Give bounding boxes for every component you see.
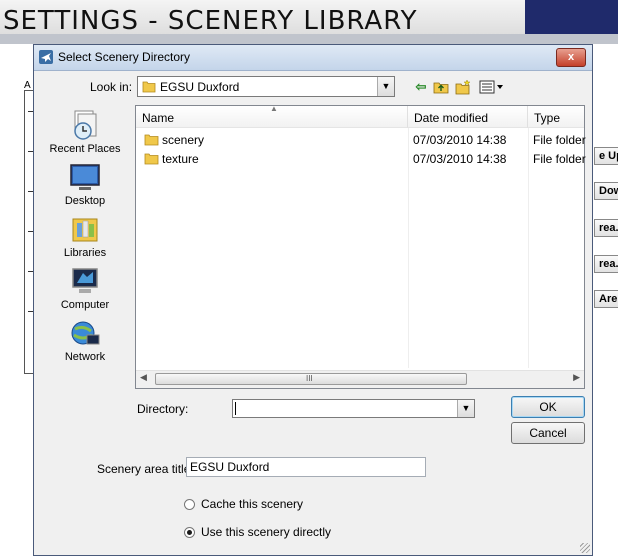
view-menu-icon[interactable]: [479, 79, 505, 95]
look-in-label: Look in:: [90, 80, 133, 94]
network-icon: [71, 321, 100, 345]
place-libraries[interactable]: Libraries: [44, 215, 126, 259]
scroll-left-icon[interactable]: ◀: [140, 372, 147, 383]
place-label: Libraries: [63, 247, 107, 259]
new-folder-icon[interactable]: [455, 79, 471, 95]
column-header-label: Name: [142, 111, 175, 125]
place-label: Network: [64, 351, 106, 363]
radio-label: Cache this scenery: [201, 497, 304, 511]
close-button[interactable]: x: [556, 48, 586, 67]
directory-combo[interactable]: ▼: [232, 399, 475, 418]
ok-button[interactable]: OK: [511, 396, 585, 418]
background-title-strip: [0, 34, 618, 44]
radio-button-selected[interactable]: [184, 527, 195, 538]
file-name: scenery: [162, 133, 205, 147]
column-header-type[interactable]: Type: [528, 106, 584, 128]
background-area-button-1[interactable]: rea..: [594, 219, 618, 237]
scroll-thumb[interactable]: III: [155, 373, 467, 385]
directory-label: Directory:: [137, 402, 189, 416]
scenery-area-title-label: Scenery area title:: [97, 462, 194, 476]
cancel-button[interactable]: Cancel: [511, 422, 585, 444]
column-header-date-modified[interactable]: Date modified: [408, 106, 528, 128]
folder-icon: [144, 153, 159, 165]
background-move-down-button[interactable]: Dow: [594, 182, 618, 200]
place-label: Computer: [60, 299, 110, 311]
background-window-titlebar: SETTINGS - SCENERY LIBRARY: [0, 0, 618, 44]
column-header-label: Date modified: [414, 111, 489, 125]
back-icon[interactable]: ⇦: [413, 79, 429, 95]
text-caret: [235, 402, 236, 415]
file-list[interactable]: ▲ Name Date modified Type scenery 07/03/…: [135, 104, 586, 389]
file-date: 07/03/2010 14:38: [413, 133, 507, 147]
background-move-up-button[interactable]: e Up: [594, 147, 618, 165]
folder-icon: [144, 134, 159, 146]
place-label: Recent Places: [49, 143, 121, 155]
place-desktop[interactable]: Desktop: [44, 163, 126, 207]
file-date: 07/03/2010 14:38: [413, 152, 507, 166]
select-scenery-directory-dialog: Select Scenery Directory x Look in: EGSU…: [33, 44, 593, 556]
place-network[interactable]: Network: [44, 319, 126, 363]
scroll-grip: III: [306, 374, 313, 383]
folder-icon: [142, 81, 156, 93]
chevron-down-icon[interactable]: ▼: [457, 400, 474, 417]
file-row-scenery[interactable]: scenery 07/03/2010 14:38 File folder: [136, 130, 586, 149]
dialog-title: Select Scenery Directory: [58, 50, 191, 64]
scenery-area-title-input[interactable]: EGSU Duxford: [186, 457, 426, 477]
place-computer[interactable]: Computer: [44, 267, 126, 311]
cache-scenery-radio[interactable]: Cache this scenery: [184, 497, 303, 511]
radio-label: Use this scenery directly: [201, 525, 332, 539]
libraries-icon: [72, 218, 98, 242]
sort-ascending-icon: ▲: [270, 104, 278, 113]
up-folder-icon[interactable]: [433, 79, 449, 95]
file-row-texture[interactable]: texture 07/03/2010 14:38 File folder: [136, 149, 586, 168]
file-type: File folder: [533, 133, 586, 147]
airplane-icon: [39, 50, 53, 64]
background-area-button-2[interactable]: rea..: [594, 255, 618, 273]
scroll-right-icon[interactable]: ▶: [573, 372, 580, 383]
look-in-value: EGSU Duxford: [160, 80, 240, 94]
place-recent-places[interactable]: Recent Places: [44, 109, 126, 155]
desktop-icon: [70, 164, 100, 190]
file-type: File folder: [533, 152, 586, 166]
computer-icon: [72, 268, 98, 293]
place-label: Desktop: [64, 195, 106, 207]
places-bar: Recent Places Desktop Libraries Computer…: [44, 105, 126, 375]
dialog-titlebar[interactable]: Select Scenery Directory x: [34, 45, 592, 71]
radio-button[interactable]: [184, 499, 195, 510]
chevron-down-icon[interactable]: ▼: [377, 77, 394, 96]
horizontal-scrollbar[interactable]: ◀ III ▶: [136, 370, 584, 388]
recent-places-icon: [74, 110, 97, 140]
look-in-combo[interactable]: EGSU Duxford ▼: [137, 76, 395, 97]
background-area-button-3[interactable]: Are: [594, 290, 618, 308]
use-scenery-directly-radio[interactable]: Use this scenery directly: [184, 525, 331, 539]
column-header-label: Type: [534, 111, 561, 125]
resize-grip-icon[interactable]: [580, 543, 590, 553]
file-name: texture: [162, 152, 199, 166]
background-window-title: SETTINGS - SCENERY LIBRARY: [3, 6, 418, 36]
column-header-name[interactable]: ▲ Name: [136, 104, 408, 128]
